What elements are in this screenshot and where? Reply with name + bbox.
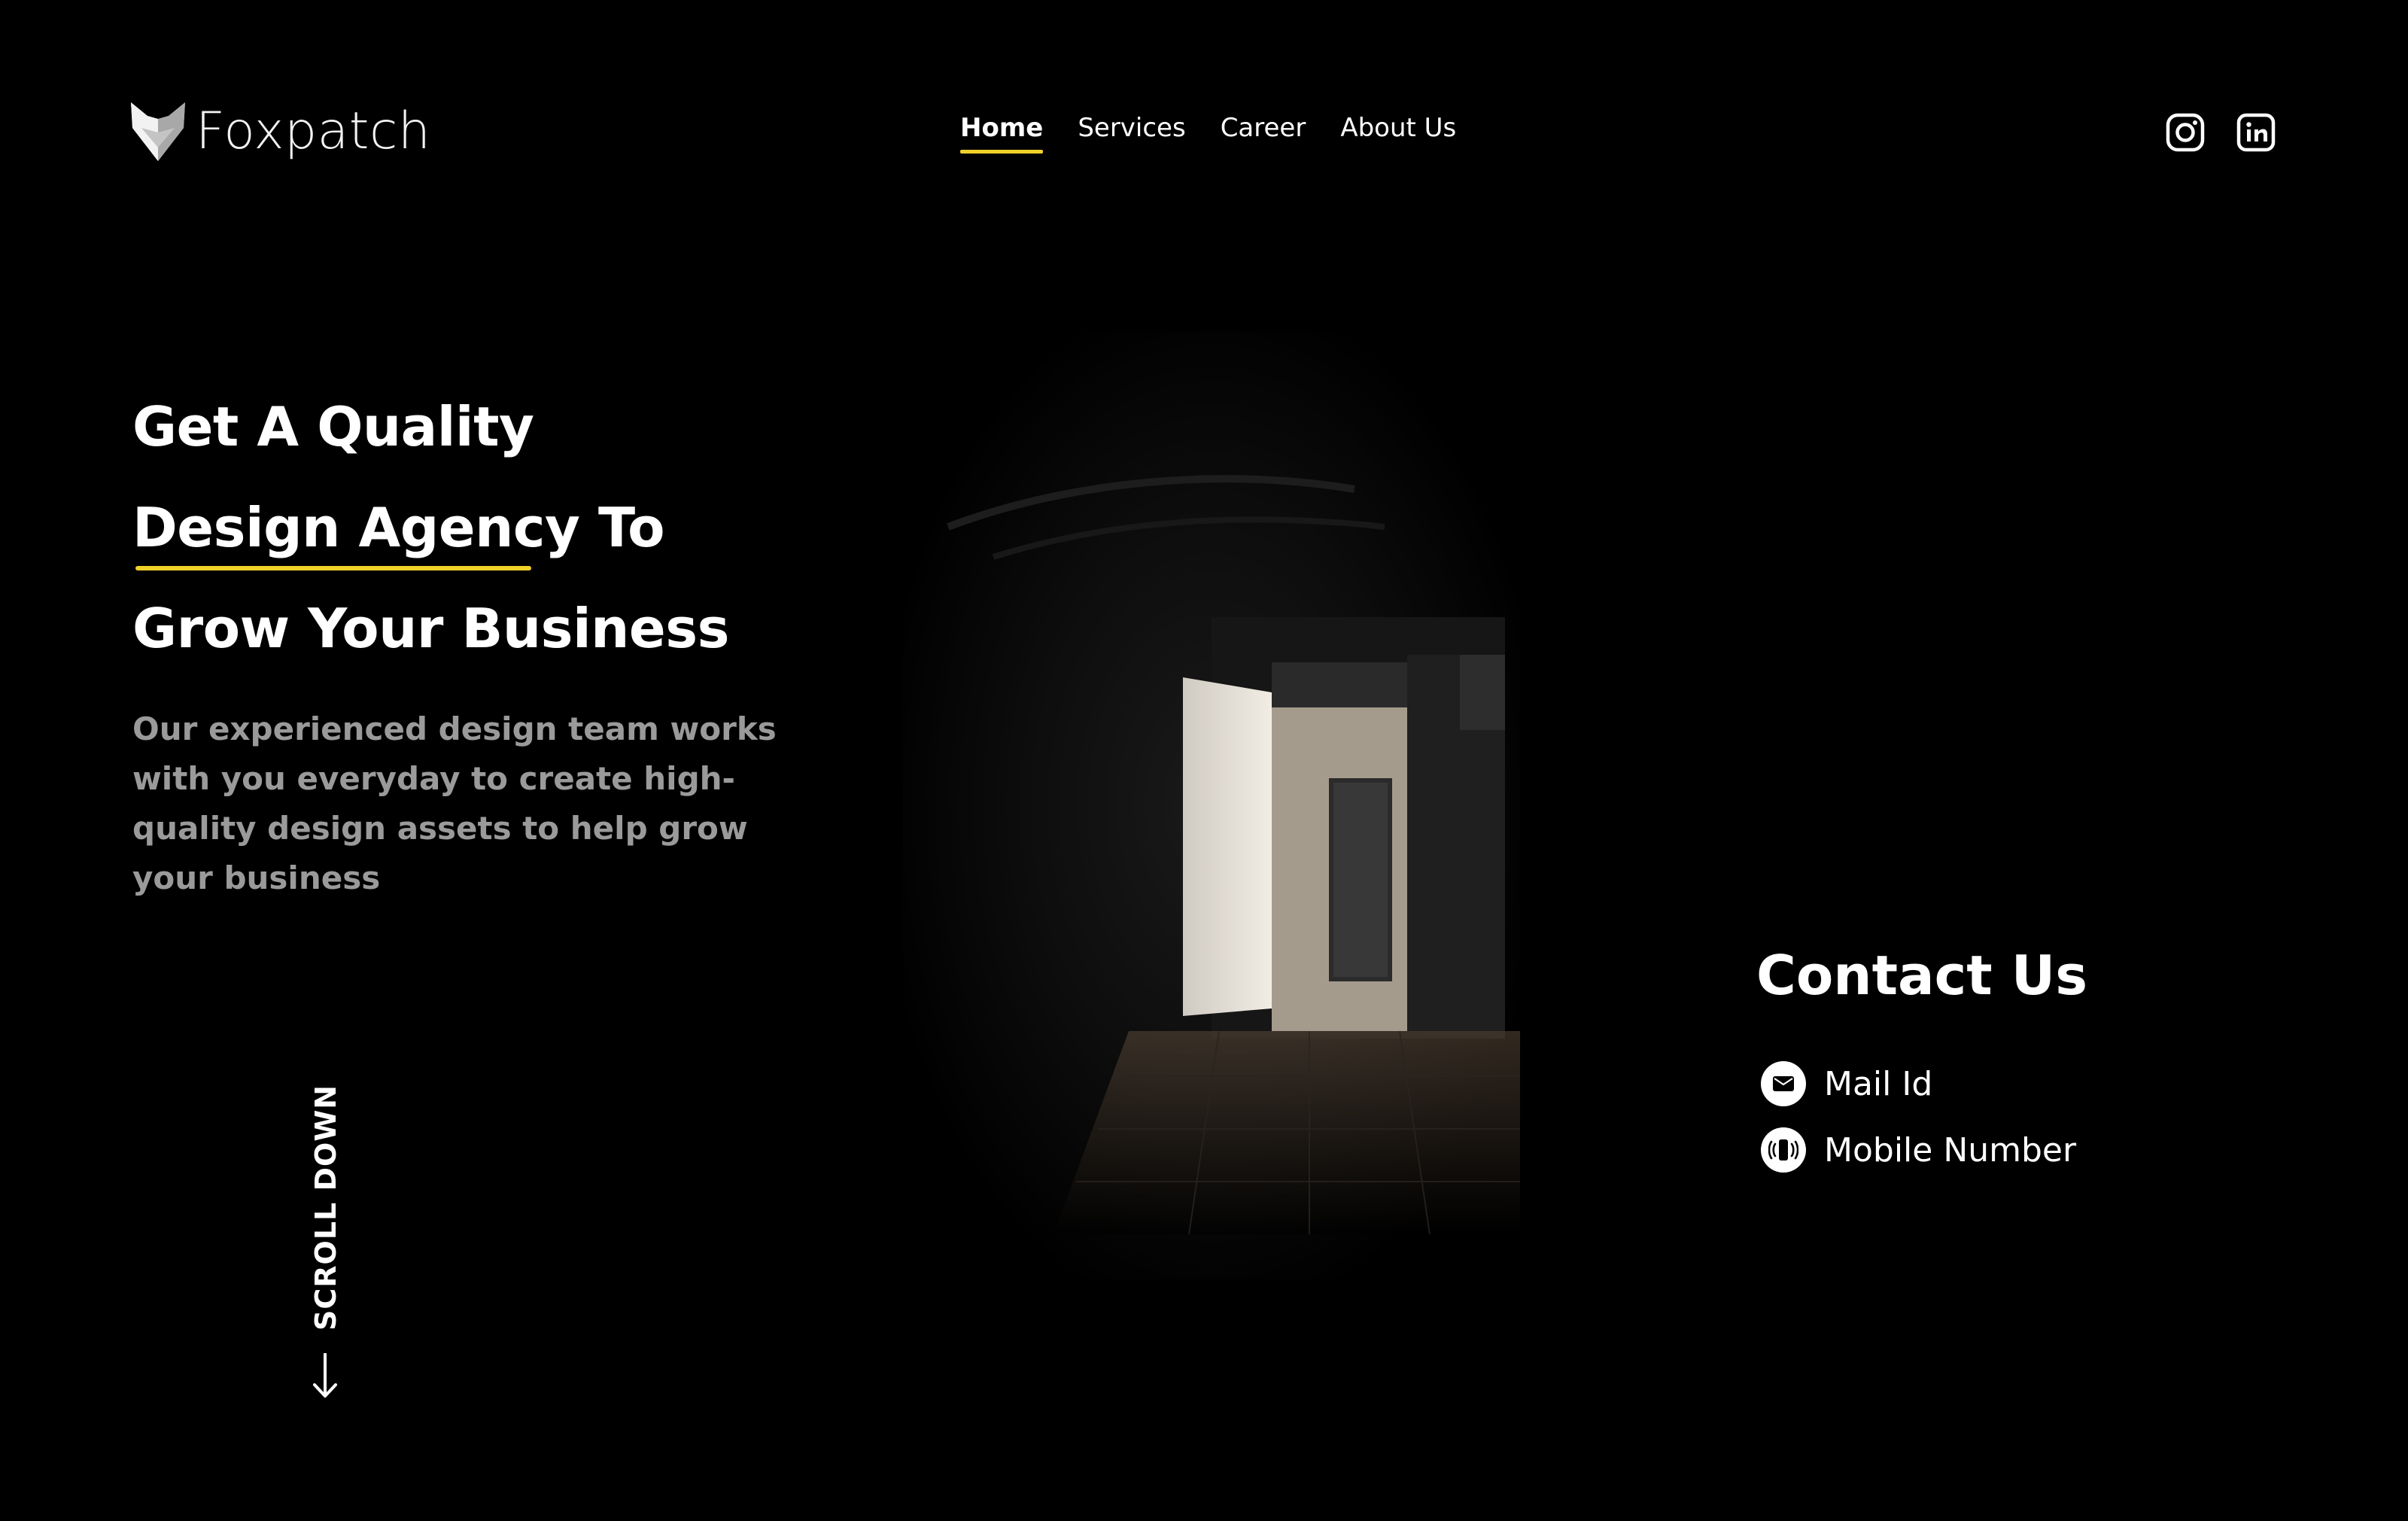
nav-item-services[interactable]: Services xyxy=(1078,113,1185,154)
nav-item-career[interactable]: Career xyxy=(1221,113,1306,154)
fox-head-icon xyxy=(131,102,185,161)
mail-label: Mail Id xyxy=(1824,1064,1933,1103)
phone-icon xyxy=(1761,1127,1806,1173)
brand-logo[interactable]: Foxpatch xyxy=(131,102,430,161)
hero-subtext: Our experienced design team works with y… xyxy=(132,710,777,896)
contact-phone[interactable]: Mobile Number xyxy=(1761,1127,2076,1173)
landing-page: Foxpatch Home Services Career About Us G… xyxy=(0,0,2408,1521)
scroll-down-indicator[interactable]: SCROLL DOWN xyxy=(303,1084,348,1422)
nav-item-about-us[interactable]: About Us xyxy=(1340,113,1456,154)
instagram-icon[interactable] xyxy=(2166,113,2205,152)
hero-headline: Get A Quality Design Agency To Grow Your… xyxy=(132,376,729,679)
hero-headline-line-1: Get A Quality xyxy=(132,395,534,458)
arrow-down-icon xyxy=(310,1352,340,1404)
linkedin-icon[interactable] xyxy=(2236,113,2276,152)
contact-mail[interactable]: Mail Id xyxy=(1761,1061,1932,1106)
phone-label: Mobile Number xyxy=(1824,1130,2077,1170)
brand-name: Foxpatch xyxy=(196,102,431,161)
hero-headline-line-3: Grow Your Business xyxy=(132,597,729,660)
headline-accent-underline xyxy=(135,566,531,570)
scroll-down-label: SCROLL DOWN xyxy=(309,1084,342,1331)
dark-room-doorway-photo xyxy=(903,331,1520,1279)
nav-item-home[interactable]: Home xyxy=(960,113,1044,154)
hero-headline-line-2: Design Agency To xyxy=(132,496,665,559)
social-links xyxy=(2166,113,2276,152)
mail-icon xyxy=(1761,1061,1806,1106)
main-nav: Home Services Career About Us xyxy=(960,113,1456,154)
contact-title: Contact Us xyxy=(1756,944,2088,1007)
